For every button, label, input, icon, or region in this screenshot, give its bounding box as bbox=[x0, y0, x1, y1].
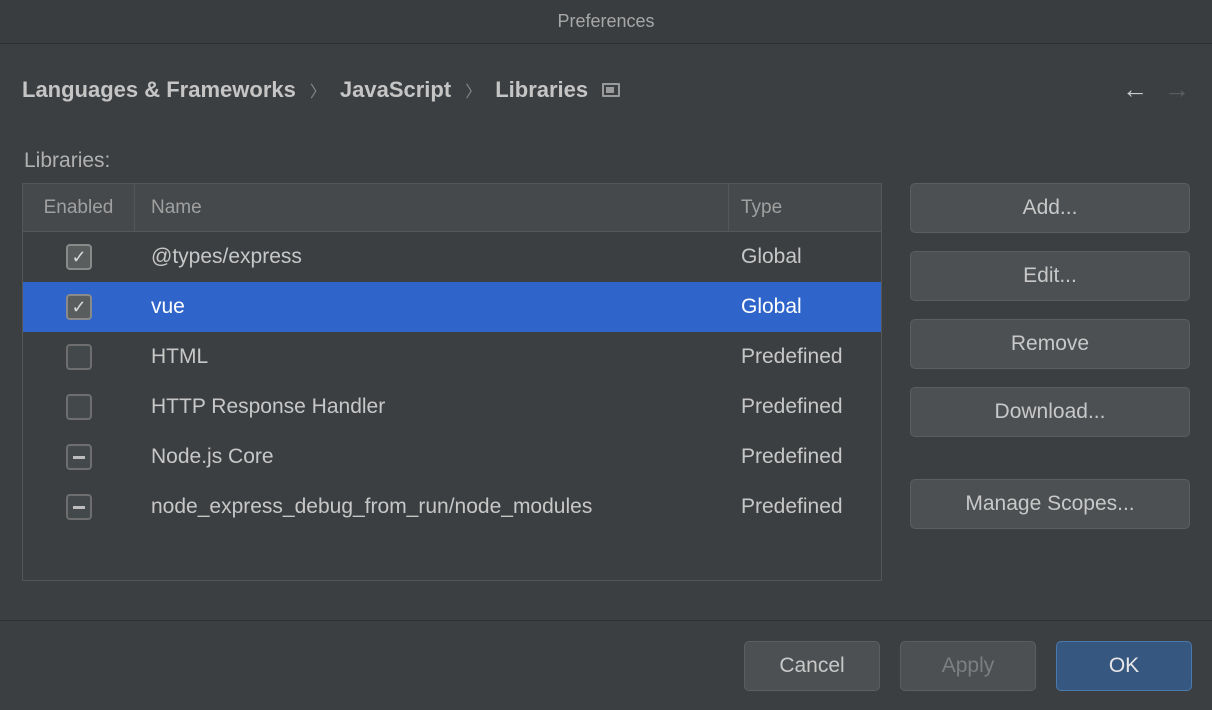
cell-type: Predefined bbox=[729, 432, 881, 482]
table-row[interactable]: HTTP Response HandlerPredefined bbox=[23, 382, 881, 432]
enabled-checkbox[interactable] bbox=[66, 344, 92, 370]
table-row[interactable]: Node.js CorePredefined bbox=[23, 432, 881, 482]
column-header-enabled[interactable]: Enabled bbox=[23, 184, 135, 231]
cell-enabled bbox=[23, 382, 135, 432]
cell-enabled bbox=[23, 482, 135, 532]
cell-name: @types/express bbox=[135, 232, 729, 282]
edit-button[interactable]: Edit... bbox=[910, 251, 1190, 301]
cell-name: node_express_debug_from_run/node_modules bbox=[135, 482, 729, 532]
preferences-content: Languages & Frameworks 〉 JavaScript 〉 Li… bbox=[0, 44, 1212, 620]
window-titlebar: Preferences bbox=[0, 0, 1212, 44]
window-title: Preferences bbox=[557, 11, 654, 32]
cell-name: Node.js Core bbox=[135, 432, 729, 482]
forward-arrow-icon: → bbox=[1164, 74, 1190, 105]
main-row: Enabled Name Type @types/expressGlobalvu… bbox=[22, 183, 1190, 581]
enabled-checkbox[interactable] bbox=[66, 494, 92, 520]
side-button-panel: Add... Edit... Remove Download... Manage… bbox=[910, 183, 1190, 581]
table-row[interactable]: @types/expressGlobal bbox=[23, 232, 881, 282]
enabled-checkbox[interactable] bbox=[66, 444, 92, 470]
cell-enabled bbox=[23, 332, 135, 382]
apply-button[interactable]: Apply bbox=[900, 641, 1036, 691]
remove-button[interactable]: Remove bbox=[910, 319, 1190, 369]
cell-enabled bbox=[23, 432, 135, 482]
cell-enabled bbox=[23, 232, 135, 282]
cell-type: Global bbox=[729, 232, 881, 282]
enabled-checkbox[interactable] bbox=[66, 394, 92, 420]
cell-name: vue bbox=[135, 282, 729, 332]
breadcrumb-item-1[interactable]: JavaScript bbox=[340, 77, 451, 103]
table-body: @types/expressGlobalvueGlobalHTMLPredefi… bbox=[23, 232, 881, 532]
add-button[interactable]: Add... bbox=[910, 183, 1190, 233]
chevron-right-icon: 〉 bbox=[310, 78, 326, 102]
libraries-section-label: Libraries: bbox=[24, 149, 1190, 173]
back-arrow-icon[interactable]: ← bbox=[1122, 74, 1148, 105]
chevron-right-icon: 〉 bbox=[465, 78, 481, 102]
scope-icon bbox=[602, 83, 620, 97]
manage-scopes-button[interactable]: Manage Scopes... bbox=[910, 479, 1190, 529]
enabled-checkbox[interactable] bbox=[66, 244, 92, 270]
download-button[interactable]: Download... bbox=[910, 387, 1190, 437]
column-header-name[interactable]: Name bbox=[135, 184, 729, 231]
cell-enabled bbox=[23, 282, 135, 332]
cell-type: Predefined bbox=[729, 482, 881, 532]
cell-type: Predefined bbox=[729, 382, 881, 432]
cell-name: HTML bbox=[135, 332, 729, 382]
table-row[interactable]: HTMLPredefined bbox=[23, 332, 881, 382]
cell-type: Predefined bbox=[729, 332, 881, 382]
breadcrumb-nav: ← → bbox=[1122, 74, 1190, 105]
ok-button[interactable]: OK bbox=[1056, 641, 1192, 691]
breadcrumb-item-0[interactable]: Languages & Frameworks bbox=[22, 77, 296, 103]
cell-type: Global bbox=[729, 282, 881, 332]
dialog-footer: Cancel Apply OK bbox=[0, 620, 1212, 710]
cancel-button[interactable]: Cancel bbox=[744, 641, 880, 691]
table-row[interactable]: vueGlobal bbox=[23, 282, 881, 332]
breadcrumb-item-2[interactable]: Libraries bbox=[495, 77, 588, 103]
libraries-table: Enabled Name Type @types/expressGlobalvu… bbox=[22, 183, 882, 581]
table-header: Enabled Name Type bbox=[23, 184, 881, 232]
cell-name: HTTP Response Handler bbox=[135, 382, 729, 432]
column-header-type[interactable]: Type bbox=[729, 184, 881, 231]
breadcrumb: Languages & Frameworks 〉 JavaScript 〉 Li… bbox=[22, 74, 1190, 105]
enabled-checkbox[interactable] bbox=[66, 294, 92, 320]
table-row[interactable]: node_express_debug_from_run/node_modules… bbox=[23, 482, 881, 532]
